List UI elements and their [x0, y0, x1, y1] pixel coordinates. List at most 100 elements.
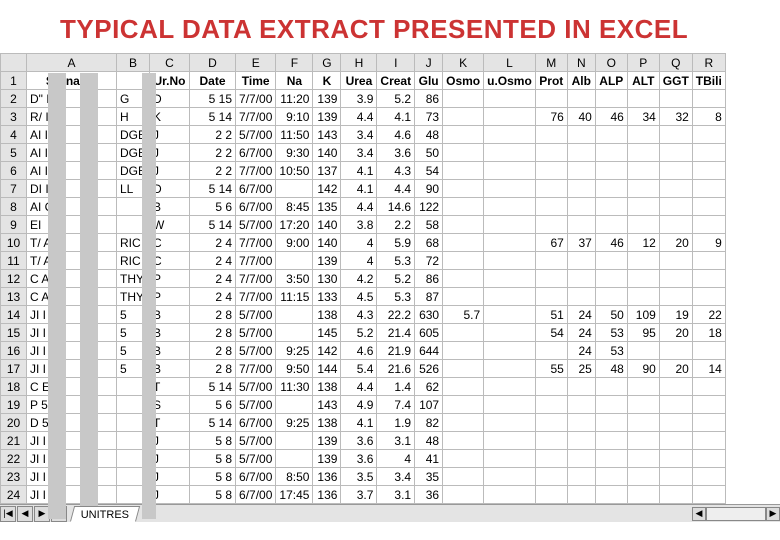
cell[interactable]: D 5 [27, 414, 117, 432]
cell[interactable] [659, 432, 692, 450]
cell[interactable] [484, 360, 536, 378]
cell[interactable] [567, 198, 595, 216]
row-header[interactable]: 14 [1, 306, 27, 324]
cell[interactable]: 82 [415, 414, 443, 432]
cell[interactable] [659, 288, 692, 306]
row-header[interactable]: 13 [1, 288, 27, 306]
cell[interactable] [627, 198, 659, 216]
cell[interactable] [484, 378, 536, 396]
cell[interactable] [692, 144, 725, 162]
cell[interactable]: 17:45 [276, 486, 313, 504]
cell[interactable] [627, 468, 659, 486]
cell[interactable] [276, 450, 313, 468]
cell[interactable]: 5 14 [190, 216, 236, 234]
cell[interactable]: 8 [692, 108, 725, 126]
cell[interactable]: 2 2 [190, 144, 236, 162]
cell[interactable]: Glu [415, 72, 443, 90]
row-header[interactable]: 7 [1, 180, 27, 198]
cell[interactable]: 3.1 [377, 486, 415, 504]
cell[interactable]: 12 [627, 234, 659, 252]
cell[interactable] [443, 360, 484, 378]
cell[interactable] [659, 162, 692, 180]
cell[interactable]: 48 [595, 360, 627, 378]
cell[interactable]: 1.9 [377, 414, 415, 432]
cell[interactable]: 2 8 [190, 324, 236, 342]
cell[interactable] [443, 198, 484, 216]
cell[interactable]: 5 15 [190, 90, 236, 108]
cell[interactable]: Date [190, 72, 236, 90]
cell[interactable]: 5/7/00 [236, 396, 276, 414]
column-header[interactable]: G [313, 54, 341, 72]
row-header[interactable]: 17 [1, 360, 27, 378]
cell[interactable]: 145 [313, 324, 341, 342]
prev-sheet-button[interactable]: ◀ [17, 506, 33, 522]
cell[interactable]: 107 [415, 396, 443, 414]
cell[interactable] [659, 396, 692, 414]
cell[interactable]: AI C [27, 198, 117, 216]
cell[interactable]: 54 [415, 162, 443, 180]
cell[interactable] [659, 450, 692, 468]
cell[interactable]: AI I [27, 126, 117, 144]
cell[interactable]: 50 [415, 144, 443, 162]
cell[interactable] [659, 486, 692, 504]
cell[interactable] [659, 198, 692, 216]
cell[interactable]: 4.5 [341, 288, 377, 306]
cell[interactable]: 9:50 [276, 360, 313, 378]
cell[interactable]: 2 8 [190, 360, 236, 378]
row-header[interactable]: 15 [1, 324, 27, 342]
cell[interactable] [659, 180, 692, 198]
cell[interactable]: 6/7/00 [236, 414, 276, 432]
cell[interactable] [627, 396, 659, 414]
cell[interactable]: 4.1 [377, 108, 415, 126]
cell[interactable]: GGT [659, 72, 692, 90]
cell[interactable]: 48 [415, 432, 443, 450]
cell[interactable]: 72 [415, 252, 443, 270]
cell[interactable] [535, 216, 567, 234]
cell[interactable] [659, 90, 692, 108]
cell[interactable] [484, 468, 536, 486]
cell[interactable]: 86 [415, 90, 443, 108]
cell[interactable]: 4.3 [341, 306, 377, 324]
cell[interactable] [627, 162, 659, 180]
cell[interactable]: 14 [692, 360, 725, 378]
cell[interactable] [535, 450, 567, 468]
cell[interactable]: D" I [27, 90, 117, 108]
cell[interactable]: 95 [627, 324, 659, 342]
cell[interactable]: 48 [415, 126, 443, 144]
cell[interactable]: 4.4 [341, 108, 377, 126]
cell[interactable]: 7/7/00 [236, 108, 276, 126]
cell[interactable]: 1.4 [377, 378, 415, 396]
cell[interactable]: 3:50 [276, 270, 313, 288]
cell[interactable] [535, 468, 567, 486]
cell[interactable] [484, 306, 536, 324]
column-header[interactable]: N [567, 54, 595, 72]
cell[interactable]: JI I [27, 324, 117, 342]
cell[interactable] [627, 144, 659, 162]
cell[interactable]: 24 [567, 342, 595, 360]
cell[interactable] [484, 432, 536, 450]
cell[interactable]: JI I [27, 486, 117, 504]
cell[interactable] [692, 396, 725, 414]
cell[interactable]: 41 [415, 450, 443, 468]
cell[interactable]: K [313, 72, 341, 90]
cell[interactable] [443, 396, 484, 414]
cell[interactable] [627, 252, 659, 270]
scroll-right-icon[interactable]: ▶ [766, 507, 780, 521]
cell[interactable] [535, 162, 567, 180]
cell[interactable]: 4.2 [341, 270, 377, 288]
cell[interactable] [659, 144, 692, 162]
cell[interactable]: 14.6 [377, 198, 415, 216]
cell[interactable]: ALP [595, 72, 627, 90]
cell[interactable]: 6/7/00 [236, 486, 276, 504]
cell[interactable] [276, 252, 313, 270]
cell[interactable]: JI I [27, 468, 117, 486]
cell[interactable]: JI I [27, 360, 117, 378]
cell[interactable] [484, 144, 536, 162]
cell[interactable] [567, 270, 595, 288]
cell[interactable] [567, 288, 595, 306]
cell[interactable]: C A [27, 288, 117, 306]
cell[interactable] [567, 432, 595, 450]
cell[interactable]: 2 8 [190, 306, 236, 324]
cell[interactable]: 76 [535, 108, 567, 126]
cell[interactable]: 138 [313, 414, 341, 432]
